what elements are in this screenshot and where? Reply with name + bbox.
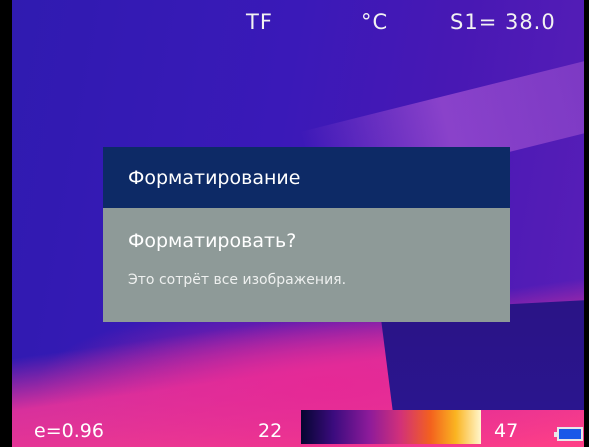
dialog-body: Форматировать? Это сотрёт все изображени… bbox=[103, 208, 510, 322]
screen-border-right bbox=[584, 0, 589, 447]
battery-icon bbox=[554, 427, 583, 441]
format-dialog[interactable]: Форматирование Форматировать? Это сотрёт… bbox=[103, 147, 510, 322]
dialog-question: Форматировать? bbox=[128, 230, 297, 252]
dialog-title: Форматирование bbox=[103, 147, 510, 208]
scale-min-label: 22 bbox=[258, 420, 283, 442]
scale-max-label: 47 bbox=[494, 420, 519, 442]
spot-temperature-readout: S1= 38.0 bbox=[450, 10, 556, 34]
screen-border-left bbox=[0, 0, 12, 447]
color-scale-bar bbox=[301, 410, 481, 444]
dialog-message: Это сотрёт все изображения. bbox=[128, 272, 347, 288]
thermal-viewfinder: TF °C S1= 38.0 Форматирование Форматиров… bbox=[0, 0, 589, 447]
emissivity-readout: e=0.96 bbox=[34, 420, 104, 442]
temperature-unit: °C bbox=[361, 10, 389, 34]
storage-indicator: TF bbox=[246, 10, 273, 34]
